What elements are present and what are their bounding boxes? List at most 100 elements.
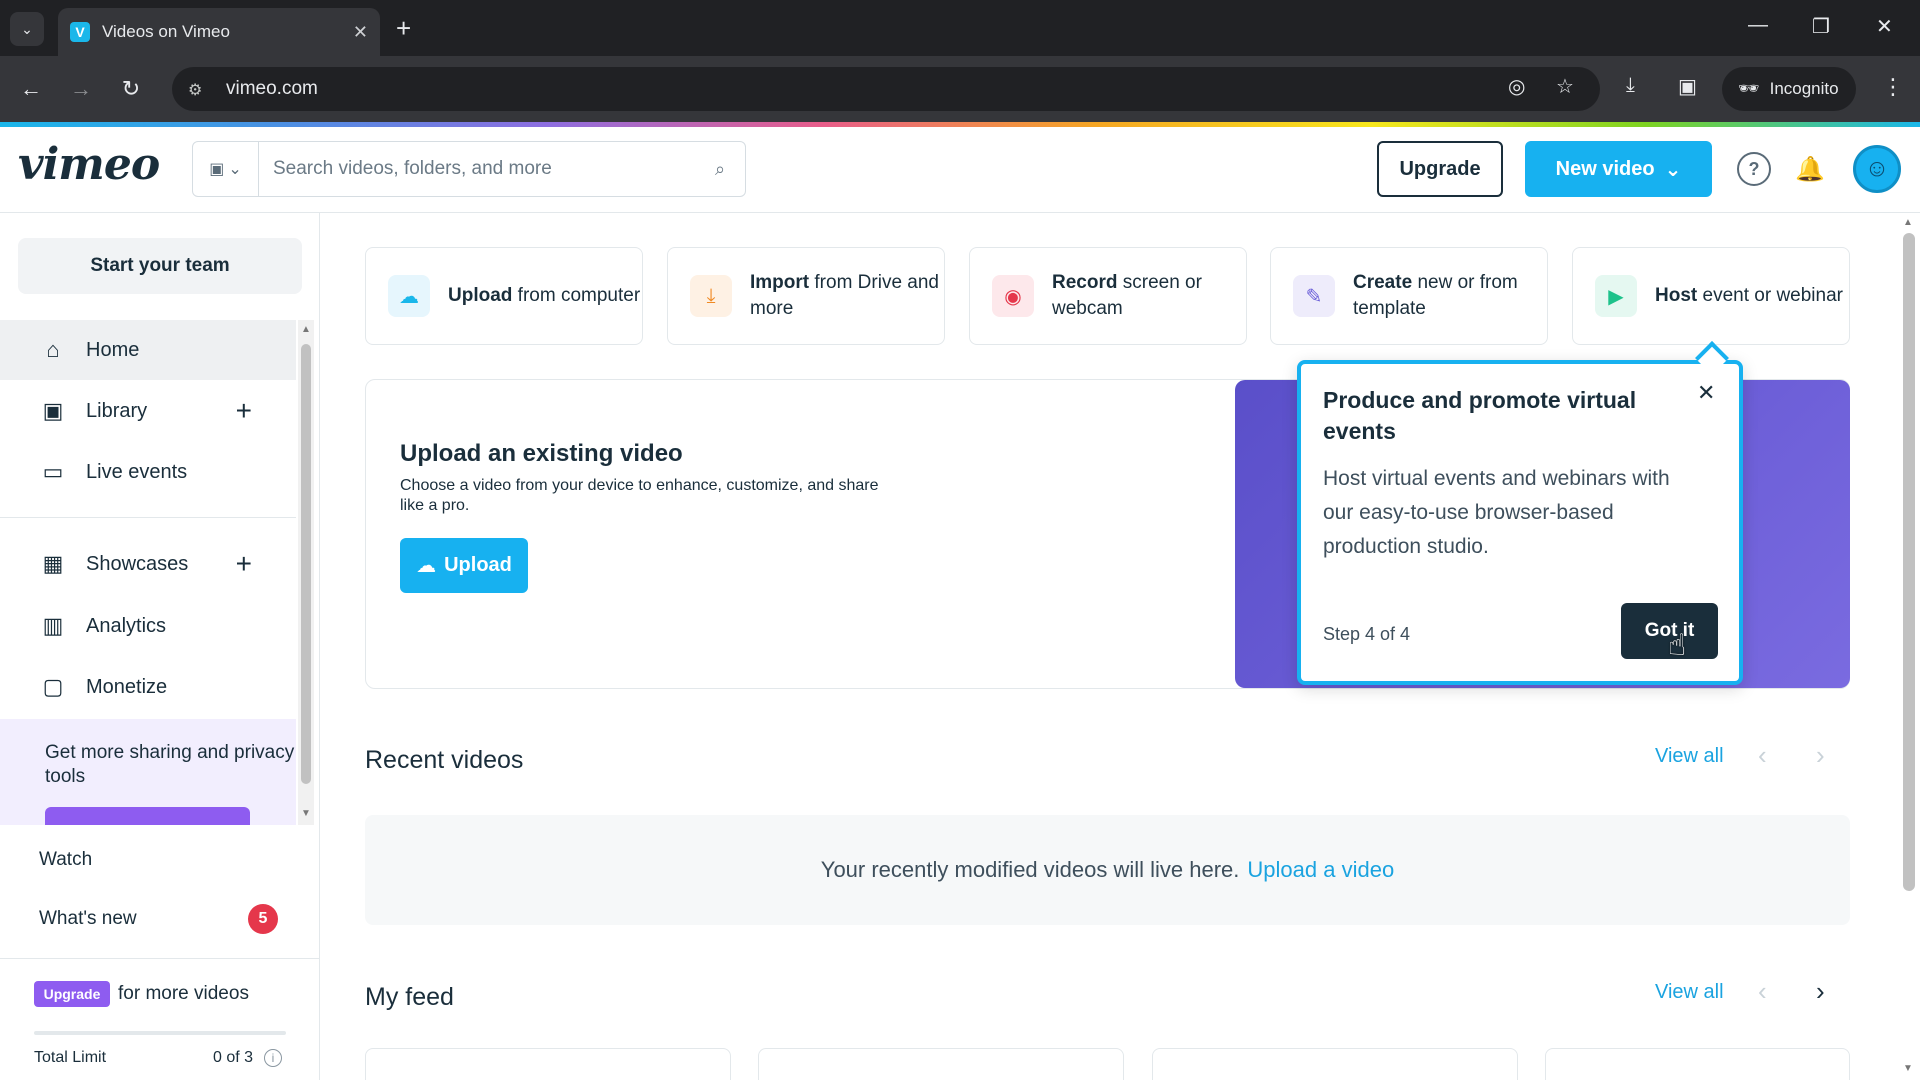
- hand-cursor-icon: ☝: [1668, 629, 1687, 662]
- action-card-bold: Record: [1052, 272, 1118, 293]
- camera-icon: ▭: [42, 459, 64, 484]
- action-card-upload[interactable]: ☁ Upload from computer: [365, 247, 643, 345]
- video-limit-progress: [34, 1031, 286, 1035]
- browser-tab[interactable]: V Videos on Vimeo ✕: [58, 8, 380, 56]
- minimize-icon[interactable]: —: [1748, 14, 1768, 37]
- sidebar-item-label: Home: [86, 338, 140, 361]
- promo-text: Get more sharing and privacy tools: [45, 742, 295, 787]
- upgrade-more-videos-text: for more videos: [118, 983, 249, 1004]
- action-card-text: Upload from computer: [448, 283, 640, 309]
- action-card-text: Record screen or webcam: [1052, 270, 1246, 322]
- sidebar-item-live-events[interactable]: ▭ Live events: [0, 442, 296, 502]
- vimeo-logo[interactable]: vimeo: [18, 139, 160, 190]
- add-library-icon[interactable]: +: [236, 395, 252, 427]
- scroll-down-icon[interactable]: ▼: [1903, 1063, 1913, 1074]
- upgrade-promo: Get more sharing and privacy tools: [0, 719, 296, 825]
- next-arrow-icon[interactable]: ›: [1816, 976, 1825, 1007]
- tooltip-step: Step 4 of 4: [1323, 624, 1411, 644]
- restore-icon[interactable]: ❐: [1812, 14, 1830, 39]
- sidebar-item-library[interactable]: ▣ Library +: [0, 381, 296, 441]
- edit-icon: ✎: [1293, 275, 1335, 317]
- search-icon[interactable]: ⌕: [695, 159, 745, 180]
- library-icon: ▣: [42, 398, 64, 423]
- sidebar-item-monetize[interactable]: ▢ Monetize: [0, 657, 296, 717]
- back-icon[interactable]: ←: [16, 76, 46, 102]
- upgrade-button[interactable]: Upgrade: [1377, 141, 1503, 197]
- sidebar-scroll-thumb[interactable]: [301, 344, 311, 784]
- sidebar-item-home[interactable]: ⌂ Home: [0, 320, 296, 380]
- download-icon: ⤓: [690, 275, 732, 317]
- sidebar-divider: [0, 517, 296, 518]
- reload-icon[interactable]: ↻: [116, 76, 146, 102]
- upload-cloud-icon: ☁: [388, 275, 430, 317]
- action-card-host[interactable]: ▶ Host event or webinar: [1572, 247, 1850, 345]
- bookmark-star-icon[interactable]: ☆: [1556, 74, 1574, 99]
- forward-icon[interactable]: →: [66, 76, 96, 102]
- info-icon[interactable]: i: [264, 1049, 282, 1067]
- feed-card[interactable]: [1545, 1048, 1850, 1080]
- total-limit-value: 0 of 3: [213, 1049, 254, 1066]
- prev-arrow-icon[interactable]: ‹: [1758, 740, 1767, 771]
- sidebar-item-showcases[interactable]: ▦ Showcases +: [0, 534, 296, 594]
- promo-upgrade-button[interactable]: [45, 807, 250, 825]
- start-your-team-button[interactable]: Start your team: [18, 238, 302, 294]
- feed-card[interactable]: [758, 1048, 1124, 1080]
- recent-videos-title: Recent videos: [365, 746, 524, 774]
- incognito-label: Incognito: [1769, 79, 1839, 98]
- recent-videos-empty-state: Your recently modified videos will live …: [365, 815, 1850, 925]
- scroll-down-icon[interactable]: ▼: [301, 808, 311, 819]
- page-scroll-thumb[interactable]: [1903, 233, 1915, 891]
- tooltip-title: Produce and promote virtual events: [1323, 387, 1637, 444]
- add-showcase-icon[interactable]: +: [236, 548, 252, 580]
- action-card-bold: Create: [1353, 272, 1413, 293]
- sidebar-scrollbar[interactable]: ▲ ▼: [298, 320, 314, 825]
- action-card-text: Import from Drive and more: [750, 270, 944, 322]
- close-icon[interactable]: ✕: [1697, 380, 1715, 406]
- sidebar-item-analytics[interactable]: ▥ Analytics: [0, 596, 296, 656]
- showcase-icon: ▦: [42, 551, 64, 576]
- sidebar-item-label: Showcases: [86, 552, 189, 575]
- address-bar[interactable]: ⚙ vimeo.com: [172, 67, 1600, 111]
- new-tab-button[interactable]: +: [396, 14, 411, 42]
- new-video-button[interactable]: New video ⌄: [1525, 141, 1712, 197]
- prev-arrow-icon[interactable]: ‹: [1758, 976, 1767, 1007]
- upload-button[interactable]: ☁ Upload: [400, 538, 528, 593]
- scroll-up-icon[interactable]: ▲: [1903, 217, 1913, 228]
- watch-link[interactable]: Watch: [39, 849, 92, 871]
- user-avatar[interactable]: ☺: [1853, 145, 1901, 193]
- action-card-text: Host event or webinar: [1655, 283, 1843, 309]
- search-scope-dropdown[interactable]: ▣ ⌄: [193, 142, 259, 196]
- search-input[interactable]: [259, 142, 695, 196]
- whats-new-link[interactable]: What's new: [39, 908, 137, 930]
- notification-bell-icon[interactable]: 🔔: [1793, 152, 1827, 186]
- browser-menu-icon[interactable]: ⋮: [1882, 74, 1904, 100]
- action-card-record[interactable]: ◉ Record screen or webcam: [969, 247, 1247, 345]
- upload-a-video-link[interactable]: Upload a video: [1247, 857, 1394, 883]
- recent-view-all-link[interactable]: View all: [1655, 745, 1724, 768]
- eye-off-icon[interactable]: ◎: [1508, 74, 1525, 99]
- page-scrollbar[interactable]: ▲ ▼: [1898, 213, 1920, 1080]
- scroll-up-icon[interactable]: ▲: [301, 324, 311, 335]
- side-panel-icon[interactable]: ▣: [1678, 74, 1697, 99]
- close-tab-icon[interactable]: ✕: [353, 22, 368, 43]
- feed-view-all-link[interactable]: View all: [1655, 981, 1724, 1004]
- action-card-import[interactable]: ⤓ Import from Drive and more: [667, 247, 945, 345]
- action-card-text: Create new or from template: [1353, 270, 1547, 322]
- help-icon[interactable]: ?: [1737, 152, 1771, 186]
- upgrade-badge[interactable]: Upgrade: [34, 981, 110, 1007]
- feed-card[interactable]: [1152, 1048, 1518, 1080]
- my-feed-title: My feed: [365, 983, 454, 1011]
- window-close-icon[interactable]: ✕: [1876, 14, 1893, 39]
- feed-card[interactable]: [365, 1048, 731, 1080]
- upload-label: Upload: [444, 554, 512, 576]
- site-settings-icon[interactable]: ⚙: [188, 80, 210, 99]
- chevron-down-icon: ⌄: [1664, 158, 1682, 181]
- tab-search-button[interactable]: ⌄: [10, 12, 44, 46]
- download-icon[interactable]: ⤓: [1626, 74, 1635, 97]
- tab-title: Videos on Vimeo: [102, 22, 230, 41]
- new-video-label: New video: [1555, 157, 1655, 180]
- next-arrow-icon[interactable]: ›: [1816, 740, 1825, 771]
- tooltip-body: Host virtual events and webinars with ou…: [1323, 467, 1670, 558]
- action-card-create[interactable]: ✎ Create new or from template: [1270, 247, 1548, 345]
- incognito-indicator[interactable]: 🕶 Incognito: [1722, 67, 1856, 111]
